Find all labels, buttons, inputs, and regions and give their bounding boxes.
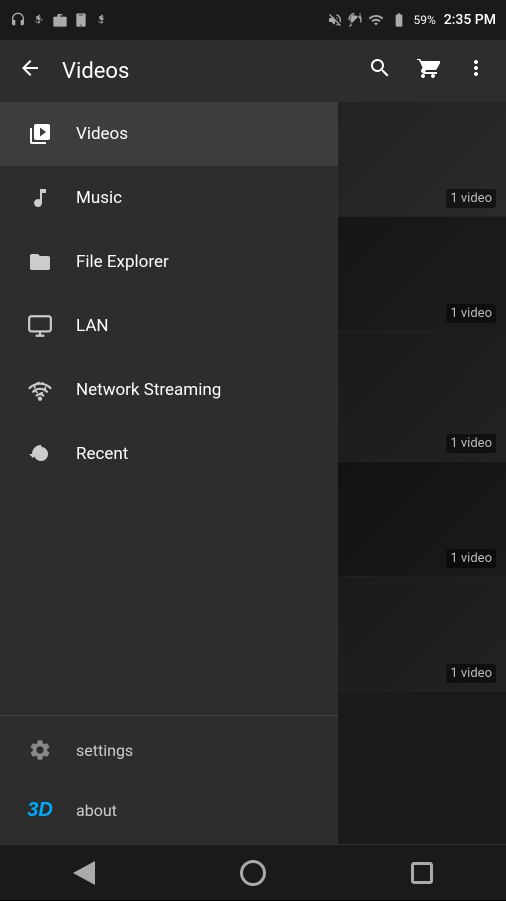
cart-button[interactable] (408, 48, 448, 94)
folder-icon (20, 250, 60, 274)
music-icon (20, 186, 60, 210)
sidebar-item-label: about (76, 801, 117, 820)
sidebar-item-label: Recent (76, 444, 128, 464)
sidebar-item-lan[interactable]: LAN (0, 294, 338, 358)
video-count-badge: 1 video (446, 434, 496, 453)
video-count-badge: 1 video (446, 189, 496, 208)
status-left-icons (10, 12, 110, 28)
video-count-badge: 1 video (446, 664, 496, 683)
status-right-icons: 59% 2:35 PM (327, 12, 496, 28)
home-nav-icon (240, 860, 266, 886)
sidebar-item-network-streaming[interactable]: Network Streaming (0, 358, 338, 422)
sidebar-item-about[interactable]: 3D about (0, 780, 338, 840)
more-button[interactable] (456, 48, 496, 94)
sidebar-item-label: Music (76, 188, 122, 208)
sidebar-item-label: Videos (76, 124, 128, 144)
back-button[interactable] (10, 48, 50, 94)
sidebar-item-videos[interactable]: Videos (0, 102, 338, 166)
phone-icon (73, 12, 89, 28)
time-text: 2:35 PM (444, 12, 496, 28)
video-count-badge: 1 video (446, 304, 496, 323)
gear-icon (20, 738, 60, 762)
drawer-bottom: settings 3D about (0, 715, 338, 844)
more-icon (464, 56, 488, 80)
battery-icon (389, 12, 409, 28)
sidebar-item-file-explorer[interactable]: File Explorer (0, 230, 338, 294)
mute-icon (327, 12, 343, 28)
sidebar-item-label: LAN (76, 316, 109, 336)
drawer-items-list: Videos Music File Explorer (0, 102, 338, 715)
app-bar-actions (360, 48, 496, 94)
nav-home-button[interactable] (225, 845, 281, 901)
search-button[interactable] (360, 48, 400, 94)
page-title: Videos (62, 59, 360, 84)
video-icon (20, 122, 60, 146)
sidebar-item-label: Network Streaming (76, 380, 221, 400)
search-icon (368, 56, 392, 80)
history-icon (20, 442, 60, 466)
no-data-icon (347, 12, 363, 28)
usb2-icon (94, 12, 110, 28)
battery-text: 59% (413, 13, 435, 27)
video-count-badge: 1 video (446, 549, 496, 568)
back-nav-icon (73, 861, 95, 885)
sidebar-item-label: settings (76, 741, 133, 760)
bottom-navigation (0, 844, 506, 900)
status-bar: 59% 2:35 PM (0, 0, 506, 40)
sidebar-item-label: File Explorer (76, 252, 169, 272)
sidebar-item-music[interactable]: Music (0, 166, 338, 230)
wifi-icon (20, 377, 60, 403)
sidebar-item-recent[interactable]: Recent (0, 422, 338, 486)
sidebar-item-settings[interactable]: settings (0, 720, 338, 780)
nav-recent-button[interactable] (394, 845, 450, 901)
headset-icon (10, 12, 26, 28)
signal-icon (367, 12, 385, 28)
usb-icon (31, 12, 47, 28)
nav-back-button[interactable] (56, 845, 112, 901)
3d-icon: 3D (20, 799, 60, 822)
cart-icon (416, 56, 440, 80)
app-bar: Videos (0, 40, 506, 102)
recent-nav-icon (411, 862, 433, 884)
back-arrow-icon (18, 56, 42, 80)
lan-icon (20, 313, 60, 339)
navigation-drawer: Videos Music File Explorer (0, 102, 338, 844)
briefcase-icon (52, 12, 68, 28)
main-layout: 1 video 1 video a Civil War 2016 di Dubb… (0, 102, 506, 844)
